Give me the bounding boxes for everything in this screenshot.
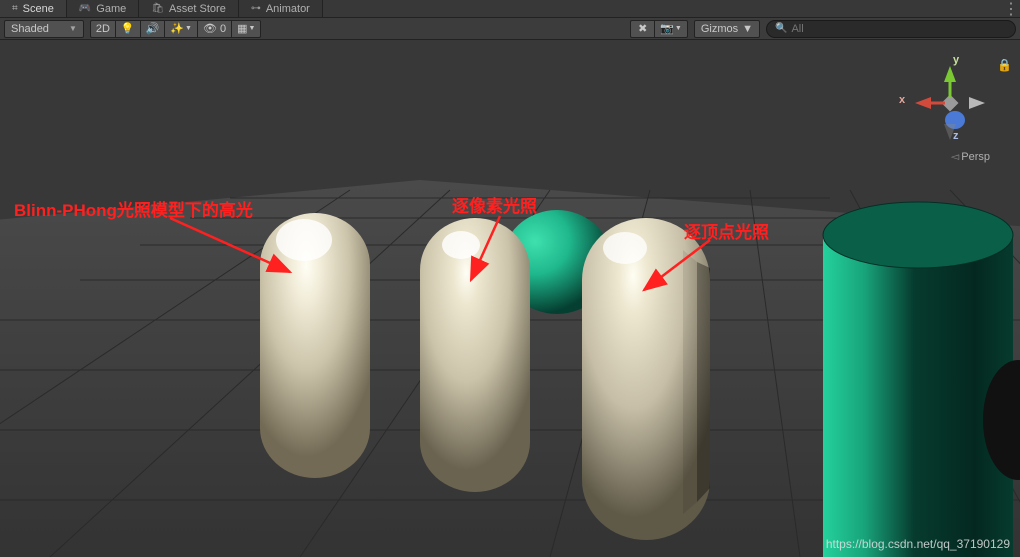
scene-render — [0, 40, 1020, 557]
shading-mode-dropdown[interactable]: Shaded ▼ — [4, 20, 84, 38]
gamepad-icon: 🎮 — [79, 3, 91, 14]
tool-settings-button[interactable]: ✖ — [630, 20, 654, 38]
annotation-per-vertex: 逐顶点光照 — [684, 218, 769, 243]
chevron-down-icon: ▼ — [69, 24, 77, 33]
axis-z-label: z — [953, 130, 959, 142]
animator-icon: ⊶ — [251, 3, 261, 14]
gizmos-dropdown[interactable]: Gizmos ▼ — [694, 20, 760, 38]
hidden-count: 0 — [220, 23, 226, 35]
lock-icon[interactable]: 🔒 — [997, 58, 1012, 72]
chevron-down-icon: ▼ — [248, 25, 255, 32]
axis-x-label: x — [899, 94, 905, 106]
audio-icon: 🔊 — [146, 22, 160, 35]
tab-animator[interactable]: ⊶ Animator — [239, 0, 323, 17]
toggle-grid-button[interactable]: ▦▼ — [231, 20, 261, 38]
orientation-gizmo[interactable]: y x z — [905, 58, 995, 148]
tab-game[interactable]: 🎮 Game — [67, 0, 139, 17]
grid-icon: ▦ — [237, 22, 247, 35]
toggle-lighting-button[interactable]: 💡 — [115, 20, 140, 38]
toggle-audio-button[interactable]: 🔊 — [140, 20, 165, 38]
tab-asset-store[interactable]: 🛍 Asset Store — [139, 0, 239, 17]
chevron-down-icon: ▼ — [742, 23, 753, 35]
lightbulb-icon: 💡 — [121, 22, 135, 35]
search-input[interactable] — [791, 23, 1007, 35]
tab-label: Scene — [23, 3, 54, 15]
chevron-down-icon: ▼ — [675, 25, 682, 32]
shading-mode-label: Shaded — [11, 23, 49, 35]
search-icon: 🔍 — [775, 23, 787, 34]
camera-settings-button[interactable]: 📷▼ — [654, 20, 688, 38]
perspective-icon: ◅ — [951, 151, 959, 163]
camera-icon: 📷 — [660, 22, 674, 35]
scene-icon: ⌗ — [12, 3, 18, 14]
axis-y-label: y — [953, 54, 959, 66]
bag-icon: 🛍 — [151, 3, 164, 14]
tab-label: Game — [96, 3, 126, 15]
tab-scene[interactable]: ⌗ Scene — [0, 0, 67, 17]
toggle-fx-button[interactable]: ✨▼ — [164, 20, 197, 38]
tab-overflow-menu[interactable]: ⋮ — [1002, 0, 1020, 17]
toggle-2d-button[interactable]: 2D — [90, 20, 115, 38]
tab-label: Animator — [266, 3, 310, 15]
eye-off-icon: 👁 — [203, 22, 217, 35]
chevron-down-icon: ▼ — [185, 25, 192, 32]
annotation-blinn-phong: Blinn-PHong光照模型下的高光 — [14, 196, 253, 221]
fx-icon: ✨ — [170, 22, 184, 35]
scene-viewport[interactable]: Blinn-PHong光照模型下的高光 逐像素光照 逐顶点光照 — [0, 40, 1020, 557]
annotation-per-pixel: 逐像素光照 — [452, 192, 537, 217]
watermark: https://blog.csdn.net/qq_37190129 — [826, 537, 1010, 551]
tab-bar: ⌗ Scene 🎮 Game 🛍 Asset Store ⊶ Animator … — [0, 0, 1020, 18]
tools-icon: ✖ — [638, 22, 647, 35]
tab-label: Asset Store — [169, 3, 226, 15]
gizmos-label: Gizmos — [701, 23, 738, 35]
scene-toolbar: Shaded ▼ 2D 💡 🔊 ✨▼ 👁 0 ▦▼ ✖ 📷▼ Gizmos ▼ … — [0, 18, 1020, 40]
toggle-hidden-button[interactable]: 👁 0 — [197, 20, 231, 38]
projection-label[interactable]: ◅Persp — [951, 150, 990, 163]
search-field[interactable]: 🔍 — [766, 20, 1016, 38]
